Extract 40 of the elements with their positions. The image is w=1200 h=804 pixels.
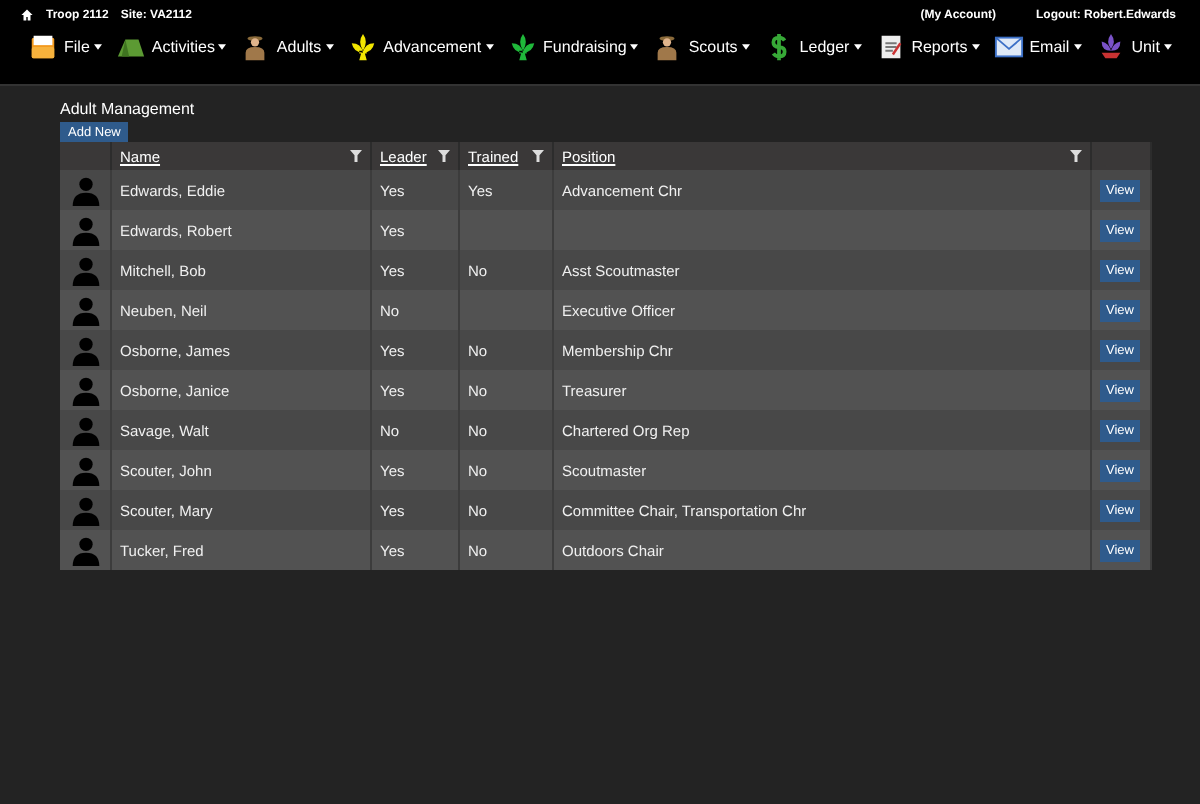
filter-icon[interactable] (350, 150, 362, 162)
person-silhouette-icon (71, 215, 99, 245)
person-silhouette-icon (71, 295, 99, 325)
home-icon[interactable] (20, 8, 34, 22)
caret-icon (741, 44, 750, 50)
person-silhouette-icon (71, 175, 99, 205)
person-silhouette-icon (71, 335, 99, 365)
filter-icon[interactable] (532, 150, 544, 162)
envelope-icon (993, 32, 1024, 62)
caret-icon (485, 44, 494, 50)
menu-item[interactable]: Email (993, 32, 1082, 62)
person-silhouette-icon (71, 375, 99, 405)
person-silhouette-icon (71, 255, 99, 285)
filter-icon[interactable] (1070, 150, 1082, 162)
caret-icon (325, 44, 334, 50)
person-silhouette-icon (71, 535, 99, 565)
menu-item[interactable]: Fundraising (507, 32, 639, 62)
menu-item[interactable]: Scouts (652, 32, 750, 62)
menu-item[interactable]: Advancement (347, 32, 494, 62)
menu-item[interactable]: Reports (875, 32, 980, 62)
caret-icon (630, 44, 639, 50)
caret-icon (1073, 44, 1082, 50)
person-silhouette-icon (71, 415, 99, 445)
menu-item[interactable]: Activities (115, 32, 227, 62)
page-title: Adult Management (60, 97, 197, 122)
folder-icon (28, 32, 58, 62)
menu-item[interactable]: Ledger (763, 32, 862, 62)
person-silhouette-icon (71, 455, 99, 485)
filter-icon[interactable] (438, 150, 450, 162)
person-silhouette-icon (71, 495, 99, 525)
caret-icon (93, 44, 102, 50)
caret-icon (218, 44, 227, 50)
menu-item[interactable]: Adults (240, 32, 334, 62)
caret-icon (853, 44, 862, 50)
caret-icon (1163, 44, 1172, 50)
menu-item[interactable]: Unit (1095, 32, 1172, 62)
menu-item[interactable]: File (28, 32, 102, 62)
fleur-de-lis-icon (347, 32, 378, 62)
fleur-de-lis-icon (507, 32, 538, 62)
caret-icon (971, 44, 980, 50)
